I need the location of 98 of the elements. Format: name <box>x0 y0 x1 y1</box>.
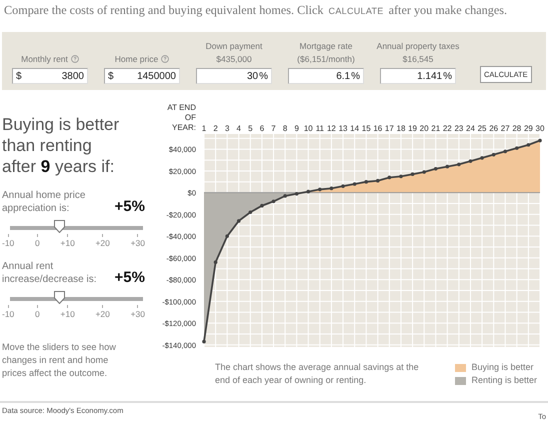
legend-label: Buying is better <box>471 361 534 374</box>
x-tick-label: 26 <box>489 124 498 133</box>
x-tick-label: 7 <box>271 124 276 133</box>
input-field[interactable]: 6.1% <box>288 68 364 84</box>
tick-label: +10 <box>60 238 75 248</box>
data-point <box>214 260 218 264</box>
tick-label: +20 <box>95 238 110 248</box>
slider-value: +5% <box>114 198 145 215</box>
data-point <box>341 184 345 188</box>
data-point <box>248 210 252 214</box>
data-point <box>260 204 264 208</box>
data-point <box>306 190 310 194</box>
x-tick-label: 29 <box>524 124 533 133</box>
data-point <box>330 186 334 190</box>
field-note: $16,545 <box>402 54 434 64</box>
data-point <box>434 166 438 171</box>
data-point <box>457 162 461 166</box>
input-field[interactable]: $ 3800 <box>12 68 88 84</box>
field-label: Annual property taxes <box>376 41 460 51</box>
x-tick-label: 24 <box>466 124 475 133</box>
data-point <box>515 146 519 150</box>
data-point <box>272 200 276 204</box>
data-point <box>446 164 450 168</box>
x-tick-label: 4 <box>236 124 241 133</box>
field-label: Monthly rent <box>21 54 68 64</box>
x-tick-label: 15 <box>362 124 371 133</box>
slider-label: Annual home price appreciation is: <box>2 189 86 215</box>
x-tick-label: 20 <box>420 124 429 133</box>
data-point <box>376 178 380 183</box>
slider-thumb[interactable] <box>54 291 66 304</box>
x-tick-label: 6 <box>260 124 264 133</box>
x-tick-label: 9 <box>294 124 299 133</box>
data-point <box>526 143 530 147</box>
intro-text: Compare the costs of renting and buying equivalent homes. Click CALCULATE after you make changes. <box>4 3 508 18</box>
x-tick-label: 19 <box>408 124 417 133</box>
data-point <box>236 219 241 223</box>
data-point <box>388 176 392 180</box>
x-tick-label: 3 <box>224 124 230 133</box>
field-label: Mortgage rate <box>300 41 352 51</box>
data-point <box>352 182 356 186</box>
slider-thumb[interactable] <box>54 220 66 233</box>
slider-value: +5% <box>114 269 145 286</box>
x-tick-label: 25 <box>478 124 487 133</box>
help-icon[interactable] <box>70 55 79 63</box>
data-point <box>364 180 368 184</box>
data-point <box>503 150 508 154</box>
x-tick-label: 28 <box>512 124 522 133</box>
tick-label: -10 <box>2 309 14 319</box>
x-tick-label: 5 <box>248 124 253 133</box>
tick-label: +10 <box>60 309 75 319</box>
x-tick-label: 8 <box>282 124 288 133</box>
x-tick-label: 23 <box>454 124 464 133</box>
x-tick-label: 22 <box>442 124 452 133</box>
data-point <box>283 194 287 198</box>
data-point <box>480 156 484 160</box>
x-tick-label: 11 <box>316 124 324 133</box>
x-tick-label: 27 <box>500 124 510 133</box>
data-point <box>202 340 206 344</box>
slider-note: Move the sliders to see how changes in rent and home prices affect the outcome. <box>2 341 117 380</box>
input-field[interactable]: 30% <box>196 68 272 84</box>
data-point <box>422 170 426 174</box>
x-tick-label: 30 <box>536 124 544 133</box>
x-tick-label: 10 <box>304 124 313 133</box>
field-label: Down payment <box>206 41 262 51</box>
x-tick-label: 18 <box>396 124 406 133</box>
x-tick-label: 2 <box>213 124 218 133</box>
field-note: $435,000 <box>216 54 252 64</box>
axis-title: AT END OF YEAR: <box>166 103 197 133</box>
data-point <box>399 174 403 178</box>
slider-label: Annual rent increase/decrease is: <box>2 260 98 286</box>
x-tick-label: 16 <box>373 124 382 133</box>
x-tick-label: 12 <box>327 124 336 133</box>
help-icon[interactable] <box>161 55 170 63</box>
tick-label: 0 <box>34 309 40 319</box>
tick-label: +20 <box>95 309 110 319</box>
field-note: ($6,151/month) <box>297 54 355 64</box>
x-tick-label: 17 <box>384 124 394 133</box>
data-point <box>318 188 322 192</box>
tick-label: -10 <box>2 238 14 248</box>
data-point <box>410 172 414 176</box>
result-headline: Buying is better than renting after 9 years if: <box>2 114 120 177</box>
tick-label: +30 <box>130 238 145 248</box>
data-point <box>468 159 472 163</box>
x-tick-label: 21 <box>431 124 440 133</box>
tick-label: +30 <box>130 309 145 319</box>
data-point <box>294 192 298 196</box>
data-point <box>225 234 229 238</box>
legend-label: Renting is better <box>471 374 537 387</box>
data-point <box>492 152 496 156</box>
input-field[interactable]: $ 1450000 <box>104 68 180 84</box>
x-tick-label: 1 <box>202 124 206 133</box>
x-tick-label: 14 <box>350 124 360 133</box>
data-point <box>538 138 542 142</box>
x-tick-label: 13 <box>338 124 348 133</box>
tick-label: 0 <box>34 238 40 248</box>
field-label: Home price <box>114 54 158 64</box>
chart-caption: The chart shows the average annual savings at the end of each year of owning or renting. <box>215 361 420 387</box>
input-field[interactable]: 1.141% <box>380 68 456 84</box>
